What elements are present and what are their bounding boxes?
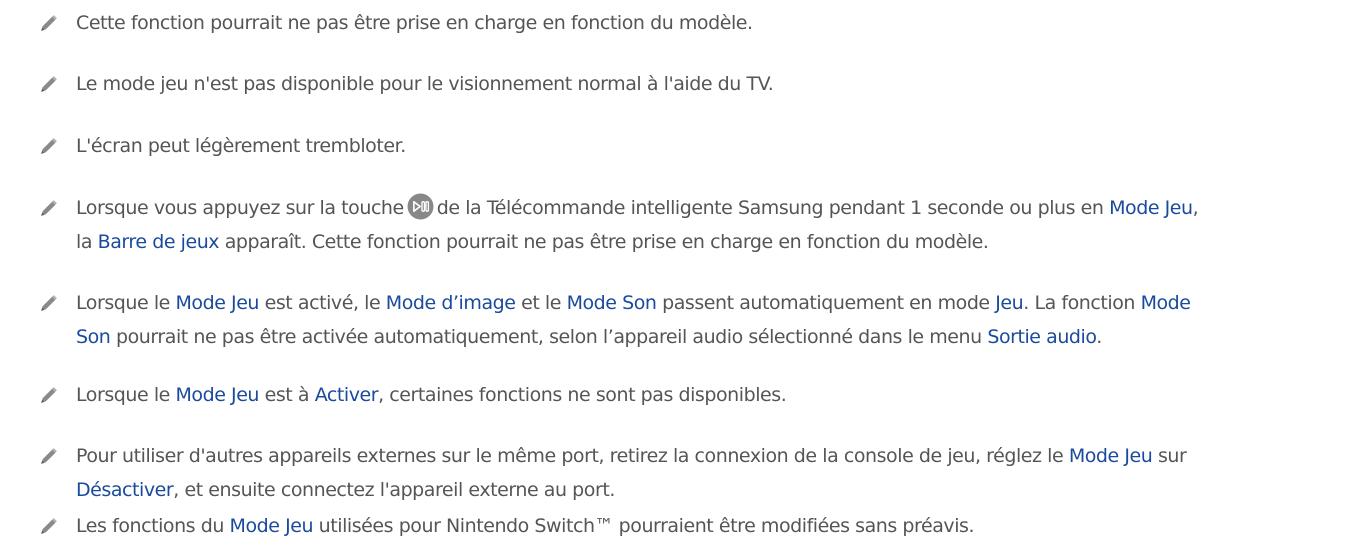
note-text: Pour utiliser d'autres appareils externe… [76,439,1336,507]
note-line: la Barre de jeux apparaît. Cette fonctio… [76,225,1336,259]
note-text: Le mode jeu n'est pas disponible pour le… [76,67,1336,101]
pencil-icon [41,200,57,216]
pencil-icon [41,387,57,403]
menu-term-link[interactable]: Mode Jeu [1109,197,1193,219]
note-text-segment: Les fonctions du [76,515,230,537]
note-text: Les fonctions du Mode Jeu utilisées pour… [76,509,1336,543]
note-text: L'écran peut légèrement trembloter. [76,129,1336,163]
menu-term-link[interactable]: Mode Jeu [230,515,314,537]
note-line: Pour utiliser d'autres appareils externe… [76,439,1336,473]
note-line: Lorsque vous appuyez sur la touche de la … [76,191,1336,225]
pencil-icon [41,138,57,154]
note-line: L'écran peut légèrement trembloter. [76,129,1336,163]
note-text-segment: la [76,231,98,253]
menu-term-link[interactable]: Sortie audio [987,326,1096,348]
pencil-icon [41,448,57,464]
notes-list: Cette fonction pourrait ne pas être pris… [0,0,1350,545]
note-line: Lorsque le Mode Jeu est activé, le Mode … [76,286,1336,320]
note-text-segment: . [1096,326,1102,348]
menu-term-link[interactable]: Désactiver [76,479,174,501]
menu-term-link[interactable]: Son [76,326,111,348]
note-text: Cette fonction pourrait ne pas être pris… [76,6,1336,40]
menu-term-link[interactable]: Mode Son [567,292,657,314]
note-line: Les fonctions du Mode Jeu utilisées pour… [76,509,1336,543]
menu-term-link[interactable]: Barre de jeux [98,231,220,253]
menu-term-link[interactable]: Mode Jeu [175,292,259,314]
menu-term-link[interactable]: Mode Jeu [1069,445,1153,467]
menu-term-link[interactable]: Mode [1141,292,1191,314]
note-text-segment: , et ensuite connectez l'appareil extern… [173,479,615,501]
pencil-icon [41,15,57,31]
pencil-icon [41,295,57,311]
note-text-segment: apparaît. Cette fonction pourrait ne pas… [219,231,989,253]
note-text-segment: pourrait ne pas être activée automatique… [110,326,988,348]
note-line: Le mode jeu n'est pas disponible pour le… [76,67,1336,101]
note-line: Son pourrait ne pas être activée automat… [76,320,1336,354]
note-text-segment: Lorsque vous appuyez sur la touche [76,197,404,219]
note-text-segment: passent automatiquement en mode [656,292,996,314]
note-text-segment: Pour utiliser d'autres appareils externe… [76,445,1069,467]
note-text-segment: et le [515,292,567,314]
menu-term-link[interactable]: Jeu [995,292,1023,314]
pencil-icon [41,76,57,92]
note-text-segment: Le mode jeu n'est pas disponible pour le… [76,73,774,95]
pencil-icon [41,518,57,534]
note-line: Lorsque le Mode Jeu est à Activer, certa… [76,378,1336,412]
menu-term-link[interactable]: Activer [315,384,379,406]
note-text-segment: , [1192,197,1199,219]
note-line: Désactiver, et ensuite connectez l'appar… [76,473,1336,507]
note-text-segment: est activé, le [259,292,386,314]
play-pause-icon [407,193,434,220]
menu-term-link[interactable]: Mode Jeu [175,384,259,406]
note-text-segment: Lorsque le [76,384,176,406]
note-text: Lorsque le Mode Jeu est activé, le Mode … [76,286,1336,354]
note-text-segment: de la Télécommande intelligente Samsung … [436,197,1110,219]
note-text: Lorsque vous appuyez sur la touche de la … [76,191,1336,259]
note-text-segment: Lorsque le [76,292,176,314]
note-text-segment: L'écran peut légèrement trembloter. [76,135,406,157]
note-text-segment: , certaines fonctions ne sont pas dispon… [378,384,787,406]
note-text-segment: sur [1152,445,1187,467]
note-line: Cette fonction pourrait ne pas être pris… [76,6,1336,40]
menu-term-link[interactable]: Mode d’image [386,292,516,314]
note-text-segment: est à [259,384,315,406]
note-text: Lorsque le Mode Jeu est à Activer, certa… [76,378,1336,412]
note-text-segment: utilisées pour Nintendo Switch™ pourraie… [313,515,975,537]
note-text-segment: Cette fonction pourrait ne pas être pris… [76,12,753,34]
note-text-segment: . La fonction [1023,292,1141,314]
